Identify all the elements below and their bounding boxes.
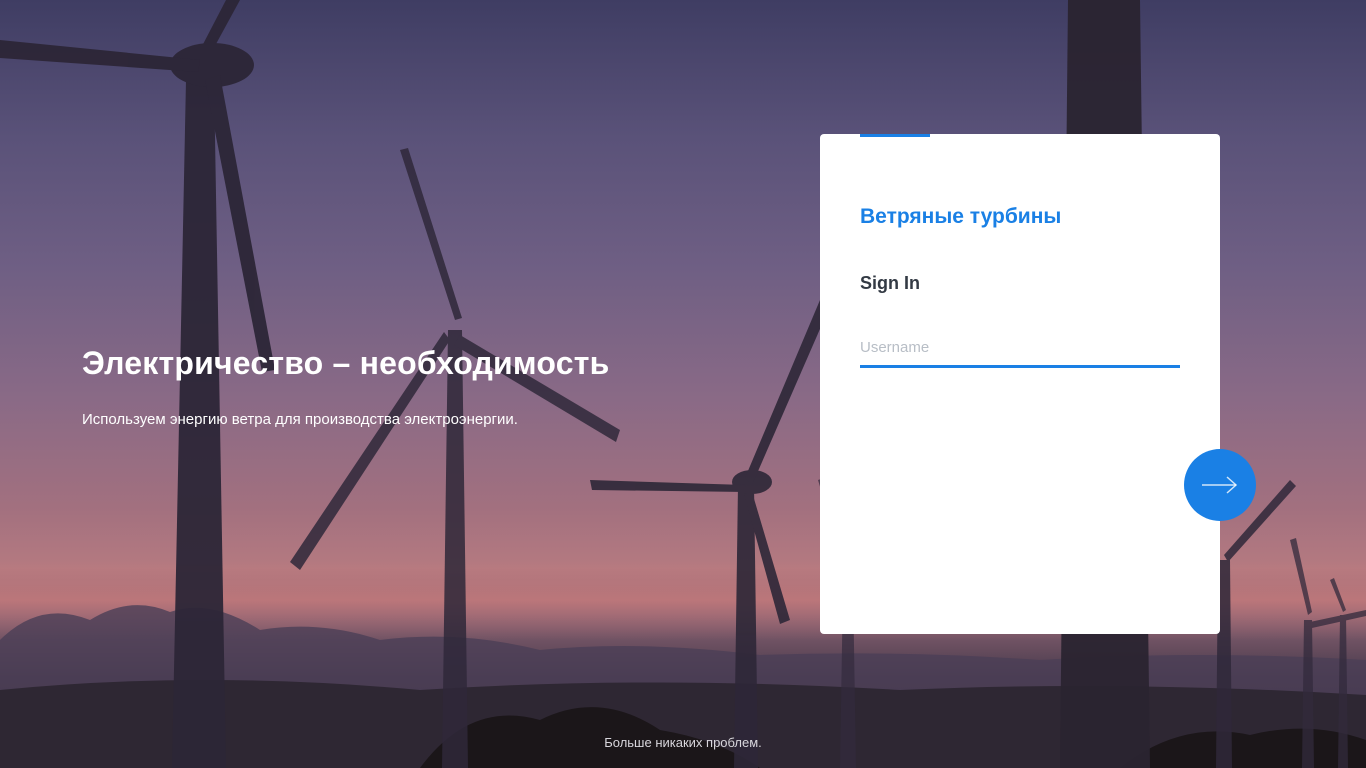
login-page: Электричество – необходимость Используем… bbox=[0, 0, 1366, 768]
login-card: Ветряные турбины Sign In bbox=[820, 134, 1220, 634]
hero-title: Электричество – необходимость bbox=[82, 345, 610, 381]
hero-subtitle: Используем энергию ветра для производств… bbox=[82, 411, 518, 428]
hero-section: Электричество – необходимость Используем… bbox=[82, 340, 722, 430]
sign-in-heading: Sign In bbox=[860, 273, 920, 293]
card-accent-bar bbox=[860, 134, 930, 137]
username-input[interactable] bbox=[860, 330, 1180, 368]
footer-text: Больше никаких проблем. bbox=[604, 735, 762, 750]
arrow-right-icon bbox=[1202, 476, 1238, 494]
next-button[interactable] bbox=[1184, 449, 1256, 521]
brand-title: Ветряные турбины bbox=[860, 205, 1062, 228]
